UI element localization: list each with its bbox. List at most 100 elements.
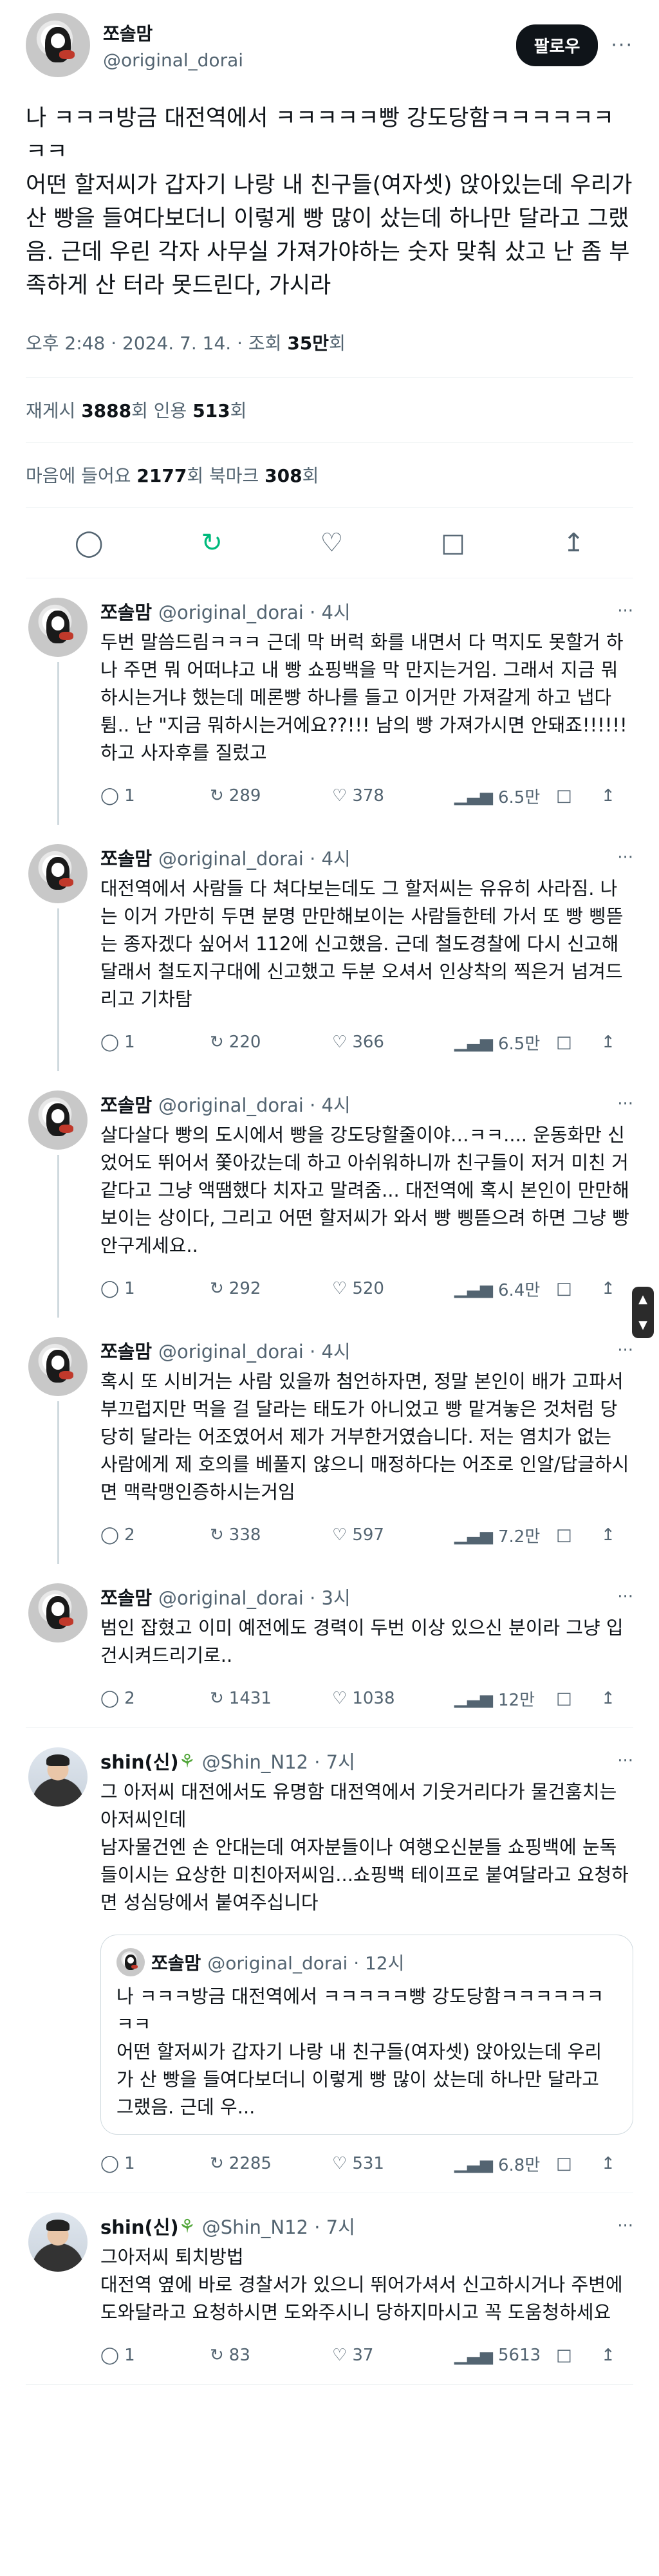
- share-action[interactable]: ↥: [601, 1033, 633, 1052]
- heart-action[interactable]: ♡ 1038: [332, 1689, 454, 1708]
- share-action[interactable]: ↥: [601, 786, 633, 805]
- reply-author-name[interactable]: shin(신): [100, 2213, 179, 2240]
- like-count[interactable]: 2177: [136, 465, 187, 486]
- bookmark-icon[interactable]: □: [441, 528, 465, 558]
- reply-action[interactable]: ◯ 2: [100, 1525, 210, 1545]
- bookmark-count[interactable]: 308: [265, 465, 302, 486]
- reply-author-name[interactable]: 쪼솔맘: [100, 844, 152, 871]
- heart-icon[interactable]: ♡: [332, 2154, 347, 2173]
- views-icon[interactable]: ▁▃▅: [454, 1525, 493, 1545]
- share-icon[interactable]: ↥: [601, 1033, 615, 1052]
- heart-action[interactable]: ♡ 366: [332, 1033, 454, 1052]
- bookmark-action[interactable]: □: [556, 1525, 601, 1545]
- bookmark-icon[interactable]: □: [556, 786, 572, 805]
- bookmark-action[interactable]: □: [556, 1689, 601, 1708]
- more-icon[interactable]: ···: [617, 2216, 633, 2236]
- retweet-action[interactable]: ↻ 338: [210, 1525, 332, 1545]
- views-action[interactable]: ▁▃▅ 6.5만: [454, 784, 544, 808]
- bookmark-icon[interactable]: □: [556, 2154, 572, 2173]
- heart-icon[interactable]: ♡: [332, 1525, 347, 1545]
- retweet-action[interactable]: ↻ 83: [210, 2346, 332, 2365]
- views-icon[interactable]: ▁▃▅: [454, 786, 493, 805]
- retweet-action[interactable]: ↻ 292: [210, 1279, 332, 1298]
- share-icon[interactable]: ↥: [601, 2154, 615, 2173]
- reply-handle[interactable]: @original_dorai · 4시: [158, 844, 617, 871]
- views-action[interactable]: ▁▃▅ 12만: [454, 1687, 544, 1711]
- views-action[interactable]: ▁▃▅ 6.4만: [454, 1277, 544, 1301]
- reply-handle[interactable]: @original_dorai · 4시: [158, 1090, 617, 1118]
- reply-author-name[interactable]: 쪼솔맘: [100, 1090, 152, 1118]
- author-info[interactable]: 쪼솔맘 @original_dorai: [103, 20, 516, 71]
- share-action[interactable]: ↥: [601, 2346, 633, 2365]
- retweet-icon[interactable]: ↻: [210, 1525, 224, 1545]
- views-icon[interactable]: ▁▃▅: [454, 1033, 493, 1052]
- reply-icon[interactable]: ◯: [100, 1279, 119, 1298]
- heart-icon[interactable]: ♡: [332, 1689, 347, 1708]
- retweet-action[interactable]: ↻ 1431: [210, 1689, 332, 1708]
- more-icon[interactable]: ···: [617, 1587, 633, 1606]
- reply-item[interactable]: 쪼솔맘 @original_dorai · 4시 ··· 대전역에서 사람들 다 쳐다…: [26, 825, 633, 1071]
- retweet-icon[interactable]: ↻: [210, 2346, 224, 2365]
- bookmark-action[interactable]: □: [556, 2154, 601, 2173]
- reply-icon[interactable]: ◯: [75, 528, 104, 558]
- retweet-icon[interactable]: ↻: [210, 786, 224, 805]
- reply-avatar[interactable]: [28, 1583, 88, 1642]
- reply-avatar[interactable]: [28, 1337, 88, 1396]
- heart-icon[interactable]: ♡: [332, 1279, 347, 1298]
- bookmark-action[interactable]: □: [556, 1033, 601, 1052]
- share-action[interactable]: ↥: [601, 1279, 633, 1298]
- reply-avatar[interactable]: [28, 598, 88, 657]
- author-avatar[interactable]: [26, 13, 90, 77]
- heart-icon[interactable]: ♡: [332, 1033, 347, 1052]
- bookmark-icon[interactable]: □: [556, 1689, 572, 1708]
- bookmark-icon[interactable]: □: [556, 1279, 572, 1298]
- reply-avatar[interactable]: [28, 2213, 88, 2272]
- reply-action[interactable]: ◯ 1: [100, 1033, 210, 1052]
- more-icon[interactable]: ···: [617, 848, 633, 867]
- more-icon[interactable]: ···: [617, 602, 633, 621]
- reply-item[interactable]: 쪼솔맘 @original_dorai · 3시 ··· 범인 잡혔고 이미 예전에도…: [26, 1564, 633, 1727]
- reply-author-name[interactable]: 쪼솔맘: [100, 598, 152, 625]
- share-action[interactable]: ↥: [601, 1689, 633, 1708]
- views-action[interactable]: ▁▃▅ 5613: [454, 2346, 544, 2365]
- reply-author-name[interactable]: shin(신): [100, 1747, 179, 1774]
- heart-action[interactable]: ♡ 531: [332, 2154, 454, 2173]
- reply-avatar[interactable]: [28, 1090, 88, 1150]
- reply-action[interactable]: ◯ 1: [100, 1279, 210, 1298]
- reply-item[interactable]: shin(신) ⚘ @Shin_N12 · 7시 ··· 그 아저씨 대전에서도 유명함…: [26, 1728, 633, 2193]
- share-action[interactable]: ↥: [601, 2154, 633, 2173]
- heart-action[interactable]: ♡ 37: [332, 2346, 454, 2365]
- quote-avatar[interactable]: [116, 1948, 145, 1976]
- reply-handle[interactable]: @original_dorai · 3시: [158, 1583, 617, 1610]
- reply-author-name[interactable]: 쪼솔맘: [100, 1583, 152, 1610]
- quoted-tweet[interactable]: 쪼솔맘 @original_dorai · 12시 나 ㅋㅋㅋ방금 대전역에서 ㅋㅋ…: [100, 1935, 633, 2135]
- heart-icon[interactable]: ♡: [332, 786, 347, 805]
- retweet-icon[interactable]: ↻: [210, 1033, 224, 1052]
- share-icon[interactable]: ↥: [601, 786, 615, 805]
- reply-handle[interactable]: @Shin_N12 · 7시: [202, 1747, 618, 1774]
- follow-button[interactable]: 팔로우: [515, 24, 599, 66]
- heart-icon[interactable]: ♡: [332, 2346, 347, 2365]
- retweet-count[interactable]: 3888: [81, 400, 131, 421]
- reply-author-name[interactable]: 쪼솔맘: [100, 1337, 152, 1364]
- reply-item[interactable]: shin(신) ⚘ @Shin_N12 · 7시 ··· 그아저씨 퇴치방법 대전역 옆…: [26, 2193, 633, 2384]
- views-action[interactable]: ▁▃▅ 7.2만: [454, 1523, 544, 1547]
- share-icon[interactable]: ↥: [601, 2346, 615, 2365]
- views-icon[interactable]: ▁▃▅: [454, 1689, 493, 1708]
- reply-icon[interactable]: ◯: [100, 1033, 119, 1052]
- tweet-time[interactable]: 오후 2:48 · 2024. 7. 14. · 조회: [26, 333, 287, 354]
- retweet-icon[interactable]: ↻: [210, 2154, 224, 2173]
- quote-count[interactable]: 513: [192, 400, 230, 421]
- share-icon[interactable]: ↥: [601, 1279, 615, 1298]
- reply-handle[interactable]: @original_dorai · 4시: [158, 598, 617, 625]
- scroll-button[interactable]: ▲ ▼: [632, 1287, 654, 1338]
- reply-icon[interactable]: ◯: [100, 1525, 119, 1545]
- reply-action[interactable]: ◯ 1: [100, 786, 210, 805]
- reply-icon[interactable]: ◯: [100, 1689, 119, 1708]
- more-icon[interactable]: ···: [617, 1094, 633, 1114]
- heart-action[interactable]: ♡ 597: [332, 1525, 454, 1545]
- share-icon[interactable]: ↥: [563, 528, 585, 558]
- reply-icon[interactable]: ◯: [100, 2154, 119, 2173]
- retweet-action[interactable]: ↻ 220: [210, 1033, 332, 1052]
- reply-handle[interactable]: @original_dorai · 4시: [158, 1337, 617, 1364]
